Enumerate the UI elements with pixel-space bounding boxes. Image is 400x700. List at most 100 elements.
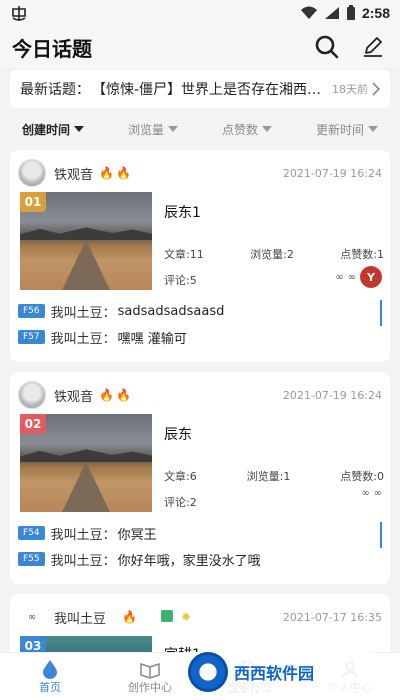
comment-scrollbar[interactable] [380,300,382,326]
sort-views[interactable]: 浏览量 [128,121,178,138]
sort-bar: 创建时间 浏览量 点赞数 更新时间 [0,114,400,144]
floor-tag: F56 [18,304,45,318]
thumbnail-road [62,240,110,290]
comment-row[interactable]: F55 我叫土豆： 你好年哦，家里没水了哦 [18,548,378,570]
edit-icon [364,37,382,57]
flame-icon: 🔥 [99,166,114,180]
participant-avatar: ∞ [335,271,344,283]
rank-badge: 02 [20,414,46,434]
topic-thumbnail[interactable]: 01 [20,192,152,290]
wifi-icon [300,6,317,19]
comment-scrollbar[interactable] [380,522,382,548]
level-badge-icon [160,610,173,622]
rank-badge: 01 [20,192,46,212]
floor-tag: F57 [18,330,45,344]
comment-text: 你好年哦，家里没水了哦 [117,553,261,569]
thumbnail-road [62,462,110,512]
nav-label: 创作中心 [128,680,172,694]
flame-icon: 🔥 [99,388,114,402]
participant-avatar: ∞ [373,488,382,499]
topic-stats: 文章:6 浏览量:1 点赞数:0 [164,468,384,484]
card-header: 铁观音 🔥 🔥 2021-07-19 16:24 [18,158,382,188]
thumbnail-mountains [20,449,152,462]
search-button[interactable] [312,32,342,62]
watermark-text: 西西软件园 [234,664,315,683]
view-count: 浏览量:1 [246,470,291,483]
app-header: 今日话题 [0,26,400,68]
clock: 2:58 [361,5,390,21]
topic-thumbnail[interactable]: 02 [20,414,152,512]
ticker-text: 【惊悚-僵尸】世界上是否存在湘西… [92,82,322,98]
post-time: 2021-07-19 16:24 [282,388,382,402]
hot-badges: 🔥 🔥 [99,388,131,402]
flame-icon: 🔥 [122,610,137,624]
topic-card[interactable]: 铁观音 🔥 🔥 2021-07-19 16:24 02 辰东 文章:6 浏览量:… [10,372,390,584]
star-badge-icon: ✸ [180,610,192,624]
site-watermark: 西西软件园 [188,652,378,692]
author-name[interactable]: 铁观音 [54,386,93,405]
book-icon [140,662,160,679]
view-count: 浏览量:2 [250,248,294,261]
avatar[interactable] [18,159,46,187]
sort-created-time[interactable]: 创建时间 [22,121,84,138]
watermark-logo-icon [188,652,228,692]
thumbnail-mountains [20,227,152,240]
participant-avatar: Y [360,266,382,288]
sort-likes[interactable]: 点赞数 [222,121,272,138]
sort-label: 点赞数 [221,122,258,137]
comment-user: 我叫土豆： [50,527,116,543]
comment-row[interactable]: F56 我叫土豆： sadsadsadsaasd [18,300,378,322]
caret-down-icon [368,126,378,132]
battery-icon [346,5,355,20]
avatar[interactable]: ∞ [18,612,46,623]
flame-icon: 🔥 [115,166,131,180]
avatar[interactable] [18,381,46,409]
article-count: 文章:11 [164,248,204,261]
card-header: ∞ 我叫土豆 🔥 ✸ 2021-07-17 16:35 [18,602,382,632]
ticker-time: 18天前 [332,83,368,96]
hot-badges: 🔥 🔥 [99,166,131,180]
comment-row[interactable]: F54 我叫土豆： 你冥王 [18,522,378,544]
app-notification-icon [12,6,26,21]
compose-button[interactable] [358,32,388,62]
participant-avatars: ∞ ∞ Y [335,266,382,288]
page-title: 今日话题 [12,36,92,61]
comment-user: 我叫土豆： [50,305,116,321]
topic-title[interactable]: 辰东 [164,424,192,444]
status-left [10,5,28,21]
status-right: 2:58 [300,5,390,21]
participant-avatar: ∞ [347,271,356,283]
post-time: 2021-07-19 16:24 [282,166,382,180]
sort-updated-time[interactable]: 更新时间 [316,121,378,138]
sort-label: 更新时间 [315,122,364,137]
status-bar: 2:58 [0,0,400,26]
home-drop-icon [43,659,57,679]
caret-down-icon [74,126,84,132]
sort-label: 创建时间 [21,122,70,137]
like-count: 点赞数:0 [340,470,384,483]
signal-icon [324,7,339,19]
latest-topic-ticker[interactable]: 最新话题： 【惊悚-僵尸】世界上是否存在湘西… 18天前 [10,70,390,108]
comment-user: 我叫土豆： [50,331,116,347]
header-actions [312,32,388,62]
sort-label: 浏览量 [127,122,164,137]
topic-stats: 文章:11 浏览量:2 点赞数:1 [164,246,384,262]
comment-text: sadsadsadsaasd [117,303,225,319]
post-time: 2021-07-17 16:35 [282,610,382,624]
comment-user: 我叫土豆： [50,553,116,569]
nav-create[interactable]: 创作中心 [110,659,190,695]
caret-down-icon [262,126,272,132]
floor-tag: F54 [18,526,45,540]
participant-avatars: ∞ ∞ [361,488,382,499]
author-name[interactable]: 我叫土豆 [54,608,106,627]
floor-tag: F55 [18,552,45,566]
nav-home[interactable]: 首页 [10,659,90,695]
flame-icon: 🔥 [115,388,131,402]
ticker-label: 最新话题： [20,82,90,98]
participant-avatar: ∞ [361,488,370,499]
topic-title[interactable]: 辰东1 [164,202,201,222]
topic-card[interactable]: 铁观音 🔥 🔥 2021-07-19 16:24 01 辰东1 文章:11 浏览… [10,150,390,362]
author-name[interactable]: 铁观音 [54,164,93,183]
comment-row[interactable]: F57 我叫土豆： 嘿嘿 灌输可 [18,326,378,348]
search-icon [315,35,339,59]
